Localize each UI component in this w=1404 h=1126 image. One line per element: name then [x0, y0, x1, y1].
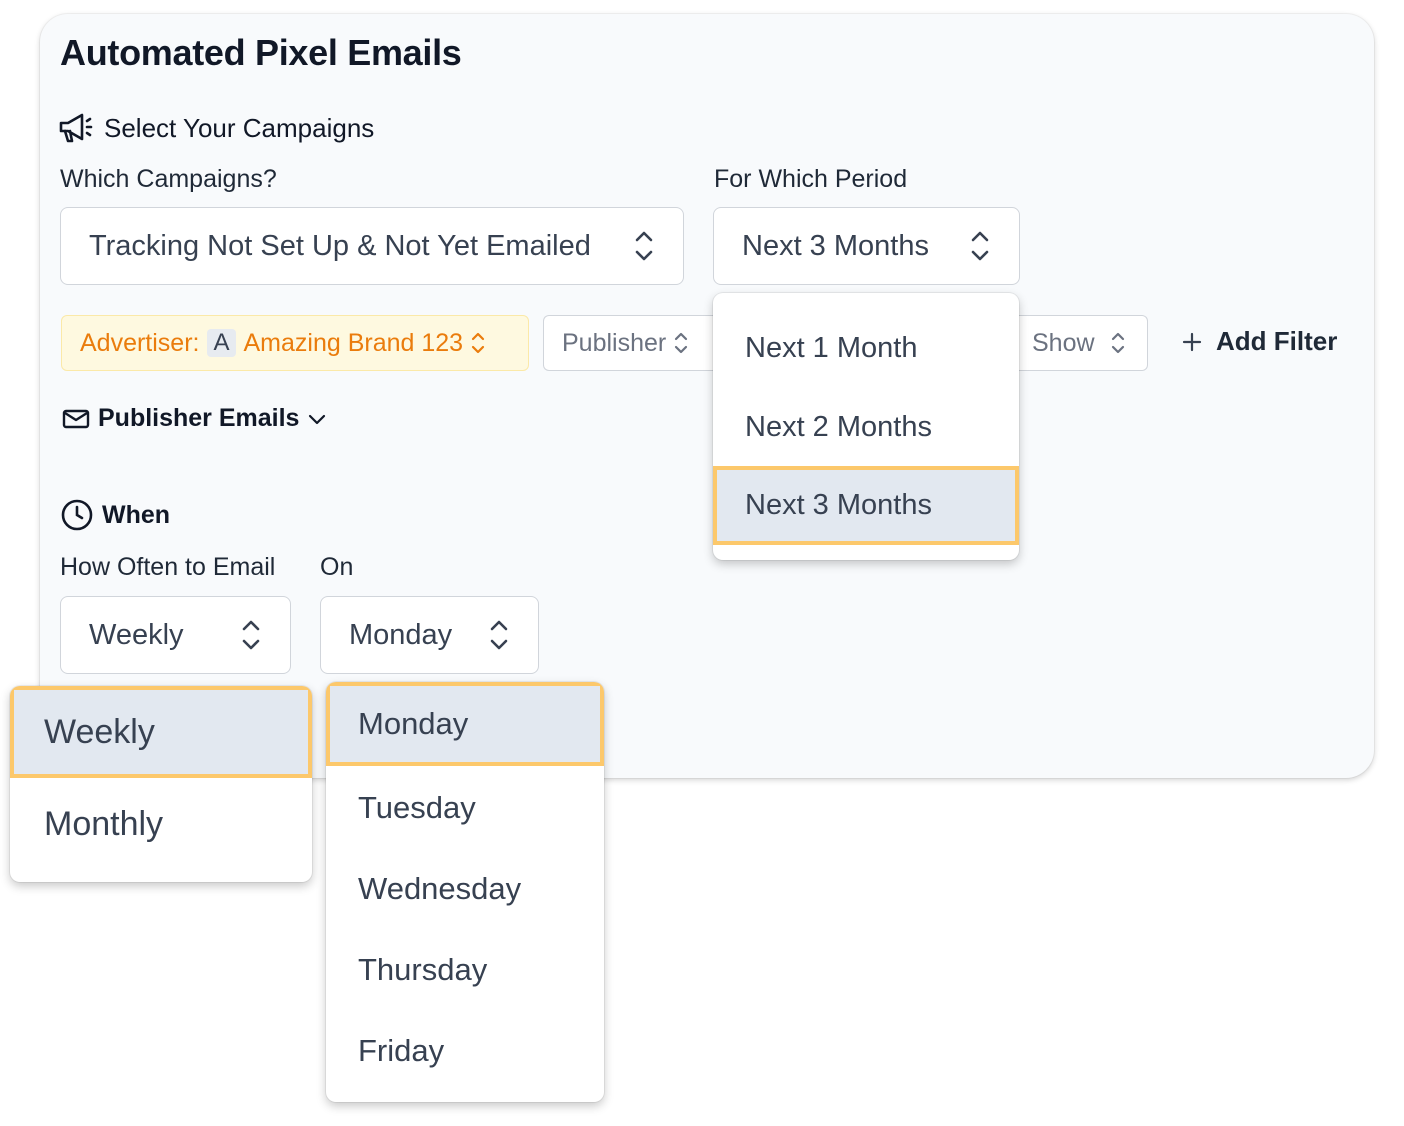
day-label: On — [320, 553, 354, 581]
frequency-label: How Often to Email — [60, 553, 276, 581]
frequency-dropdown-menu: Weekly Monthly — [10, 686, 312, 882]
campaigns-select-value: Tracking Not Set Up & Not Yet Emailed — [89, 229, 591, 262]
when-section-label: When — [102, 500, 171, 529]
clock-icon — [61, 499, 93, 531]
chevron-up-down-icon — [242, 620, 260, 650]
period-select[interactable]: Next 3 Months — [713, 207, 1020, 285]
automated-pixel-emails-card: Automated Pixel Emails Select Your Campa… — [40, 14, 1374, 778]
frequency-option-label: Monthly — [44, 804, 164, 843]
publisher-emails-toggle[interactable]: Publisher Emails — [62, 404, 327, 433]
chevron-up-down-icon — [675, 332, 688, 354]
period-option[interactable]: Next 2 Months — [713, 388, 1019, 466]
day-dropdown-menu: Monday Tuesday Wednesday Thursday Friday — [326, 682, 604, 1102]
campaigns-section-heading: Select Your Campaigns — [58, 112, 374, 144]
period-option-label: Next 3 Months — [745, 489, 932, 521]
day-option-label: Tuesday — [358, 789, 476, 825]
campaigns-select[interactable]: Tracking Not Set Up & Not Yet Emailed — [60, 207, 684, 285]
day-select[interactable]: Monday — [320, 596, 539, 674]
period-option-label: Next 1 Month — [745, 331, 918, 364]
add-filter-button[interactable]: Add Filter — [1182, 326, 1337, 357]
advertiser-filter[interactable]: Advertiser: A Amazing Brand 123 — [61, 315, 529, 371]
day-option-label: Wednesday — [358, 870, 522, 906]
which-campaigns-label: Which Campaigns? — [60, 165, 277, 193]
period-dropdown-menu: Next 1 Month Next 2 Months Next 3 Months — [713, 293, 1019, 560]
period-option-label: Next 2 Months — [745, 410, 932, 443]
frequency-option[interactable]: Monthly — [10, 778, 312, 870]
add-filter-label: Add Filter — [1216, 326, 1338, 356]
day-option-label: Friday — [358, 1032, 445, 1068]
show-filter-label: Show — [1032, 328, 1095, 357]
frequency-option-selected[interactable]: Weekly — [10, 686, 312, 778]
advertiser-filter-value: Amazing Brand 123 — [243, 328, 464, 357]
day-select-value: Monday — [349, 618, 453, 651]
mail-icon — [62, 409, 90, 428]
show-filter[interactable]: Show — [1000, 315, 1148, 371]
day-option[interactable]: Tuesday — [326, 767, 604, 848]
frequency-option-label: Weekly — [44, 712, 155, 751]
chevron-up-down-icon — [490, 620, 508, 650]
chevron-up-down-icon — [635, 231, 653, 261]
frequency-select-value: Weekly — [89, 618, 184, 651]
day-option[interactable]: Friday — [326, 1010, 604, 1091]
page-title: Automated Pixel Emails — [60, 32, 462, 73]
period-label: For Which Period — [714, 165, 908, 193]
period-select-value: Next 3 Months — [742, 229, 929, 262]
chevron-up-down-icon — [971, 231, 989, 261]
day-option-selected[interactable]: Monday — [326, 682, 604, 766]
day-option-label: Monday — [358, 706, 469, 741]
day-option-label: Thursday — [358, 951, 488, 987]
chevron-up-down-icon — [1111, 332, 1124, 354]
megaphone-icon — [58, 112, 96, 144]
period-option-selected[interactable]: Next 3 Months — [713, 466, 1019, 545]
publisher-filter[interactable]: Publisher — [543, 315, 723, 371]
advertiser-avatar-badge: A — [207, 329, 236, 357]
day-option[interactable]: Wednesday — [326, 848, 604, 929]
campaigns-section-label: Select Your Campaigns — [104, 112, 375, 143]
chevron-up-down-icon — [471, 332, 485, 354]
publisher-emails-label: Publisher Emails — [98, 404, 300, 432]
when-section-heading: When — [60, 498, 170, 532]
plus-icon — [1182, 332, 1202, 351]
day-option[interactable]: Thursday — [326, 929, 604, 1010]
period-option[interactable]: Next 1 Month — [713, 309, 1019, 387]
advertiser-filter-label: Advertiser: — [80, 328, 200, 357]
chevron-down-icon — [309, 414, 326, 424]
publisher-filter-label: Publisher — [562, 328, 667, 357]
frequency-select[interactable]: Weekly — [60, 596, 291, 674]
